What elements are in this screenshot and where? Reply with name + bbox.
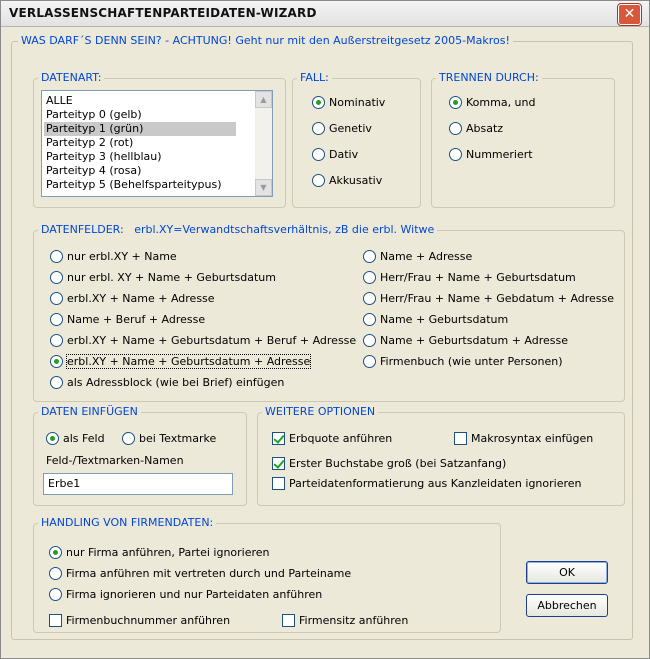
radio[interactable]: [363, 271, 376, 284]
list-item[interactable]: Parteityp 3 (hellblau): [44, 150, 236, 164]
radio[interactable]: [449, 148, 462, 161]
radio[interactable]: [50, 376, 63, 389]
firmenbuchnummer-checkbox[interactable]: Firmenbuchnummer anführen: [49, 614, 230, 627]
cancel-button[interactable]: Abbrechen: [526, 594, 608, 617]
radio[interactable]: [363, 334, 376, 347]
radio[interactable]: [363, 292, 376, 305]
radio[interactable]: [363, 355, 376, 368]
fall-option-nominativ[interactable]: Nominativ: [312, 96, 385, 109]
weitere-optionen-legend: WEITERE OPTIONEN: [262, 405, 379, 418]
trennen-legend: TRENNEN DURCH:: [436, 71, 542, 84]
einfuegen-bei-textmarke[interactable]: bei Textmarke: [122, 432, 216, 445]
firmendaten-option[interactable]: nur Firma anführen, Partei ignorieren: [49, 546, 270, 559]
radio[interactable]: [49, 567, 62, 580]
radio[interactable]: [363, 313, 376, 326]
datenfeld-option-selected[interactable]: erbl.XY + Name + Geburtsdatum + Adresse: [50, 354, 312, 369]
radio[interactable]: [312, 174, 325, 187]
einfuegen-als-feld[interactable]: als Feld: [46, 432, 105, 445]
datenfeld-option[interactable]: erbl.XY + Name + Adresse: [50, 292, 215, 305]
checkbox[interactable]: [272, 477, 285, 490]
datenfeld-option[interactable]: Herr/Frau + Name + Geburtsdatum: [363, 271, 576, 284]
fall-option-akkusativ[interactable]: Akkusativ: [312, 174, 382, 187]
list-item[interactable]: Parteityp 2 (rot): [44, 136, 236, 150]
list-item[interactable]: ALLE: [44, 94, 236, 108]
radio[interactable]: [50, 250, 63, 263]
trennen-option-nummeriert[interactable]: Nummeriert: [449, 148, 533, 161]
scroll-up-icon[interactable]: ▲: [255, 91, 272, 108]
close-icon: ✕: [623, 6, 636, 22]
radio[interactable]: [50, 271, 63, 284]
datenfeld-option[interactable]: Name + Geburtsdatum: [363, 313, 508, 326]
radio-selected[interactable]: [50, 355, 63, 368]
list-item[interactable]: Parteityp 0 (gelb): [44, 108, 236, 122]
trennen-option-absatz[interactable]: Absatz: [449, 122, 503, 135]
radio-selected[interactable]: [312, 96, 325, 109]
radio[interactable]: [122, 432, 135, 445]
checkbox-checked[interactable]: [272, 432, 285, 445]
firmendaten-option[interactable]: Firma anführen mit vertreten durch und P…: [49, 567, 351, 580]
daten-einfuegen-legend: DATEN EINFÜGEN: [38, 405, 141, 418]
parteidatenformat-checkbox[interactable]: Parteidatenformatierung aus Kanzleidaten…: [272, 477, 582, 490]
radio[interactable]: [50, 292, 63, 305]
radio-selected[interactable]: [449, 96, 462, 109]
datenfeld-option[interactable]: Name + Beruf + Adresse: [50, 313, 205, 326]
radio[interactable]: [49, 588, 62, 601]
list-item[interactable]: Parteityp 5 (Behelfsparteitypus): [44, 178, 236, 192]
datenfeld-option[interactable]: als Adressblock (wie bei Brief) einfügen: [50, 376, 284, 389]
radio-selected[interactable]: [46, 432, 59, 445]
ok-button[interactable]: OK: [526, 561, 608, 584]
fall-option-dativ[interactable]: Dativ: [312, 148, 358, 161]
checkbox[interactable]: [282, 614, 295, 627]
list-item-selected[interactable]: Parteityp 1 (grün): [44, 122, 236, 136]
listbox-scrollbar[interactable]: ▲ ▼: [255, 91, 272, 196]
datenfeld-option[interactable]: nur erbl. XY + Name + Geburtsdatum: [50, 271, 276, 284]
radio[interactable]: [312, 148, 325, 161]
close-button[interactable]: ✕: [617, 3, 642, 26]
datenfeld-option[interactable]: nur erbl.XY + Name: [50, 250, 177, 263]
datenfeld-option[interactable]: Herr/Frau + Name + Gebdatum + Adresse: [363, 292, 614, 305]
trennen-option-komma[interactable]: Komma, und: [449, 96, 536, 109]
scroll-down-icon[interactable]: ▼: [255, 179, 272, 196]
list-item[interactable]: Parteityp 4 (rosa): [44, 164, 236, 178]
makrosyntax-checkbox[interactable]: Makrosyntax einfügen: [454, 432, 593, 445]
firmensitz-checkbox[interactable]: Firmensitz anführen: [282, 614, 408, 627]
fall-legend: FALL:: [297, 71, 332, 84]
radio-selected[interactable]: [49, 546, 62, 559]
erbquote-checkbox[interactable]: Erbquote anführen: [272, 432, 392, 445]
radio[interactable]: [312, 122, 325, 135]
radio[interactable]: [50, 313, 63, 326]
firmendaten-option[interactable]: Firma ignorieren und nur Parteidaten anf…: [49, 588, 322, 601]
outer-group-legend: WAS DARF´S DENN SEIN? - ACHTUNG! Geht nu…: [18, 34, 513, 47]
window-title: VERLASSENSCHAFTENPARTEIDATEN-WIZARD: [9, 6, 317, 20]
checkbox[interactable]: [454, 432, 467, 445]
datenfelder-legend: DATENFELDER: erbl.XY=Verwandtschaftsverh…: [38, 223, 438, 236]
title-bar[interactable]: VERLASSENSCHAFTENPARTEIDATEN-WIZARD ✕: [1, 1, 649, 27]
datenfeld-option[interactable]: Name + Adresse: [363, 250, 472, 263]
checkbox-checked[interactable]: [272, 457, 285, 470]
datenart-legend: DATENART:: [38, 71, 105, 84]
radio[interactable]: [363, 250, 376, 263]
datenfelder-hint: erbl.XY=Verwandtschaftsverhältnis, zB di…: [134, 223, 435, 236]
datenfeld-option[interactable]: Firmenbuch (wie unter Personen): [363, 355, 562, 368]
datenfeld-option[interactable]: Name + Geburtsdatum + Adresse: [363, 334, 568, 347]
datenfeld-option[interactable]: erbl.XY + Name + Geburtsdatum + Beruf + …: [50, 334, 356, 347]
datenart-listbox[interactable]: ALLE Parteityp 0 (gelb) Parteityp 1 (grü…: [41, 90, 273, 197]
radio[interactable]: [449, 122, 462, 135]
fall-option-genetiv[interactable]: Genetiv: [312, 122, 372, 135]
feld-name-input[interactable]: Erbe1: [43, 473, 233, 495]
radio[interactable]: [50, 334, 63, 347]
feld-name-label: Feld-/Textmarken-Namen: [46, 454, 184, 467]
checkbox[interactable]: [49, 614, 62, 627]
erster-buchstabe-checkbox[interactable]: Erster Buchstabe groß (bei Satzanfang): [272, 457, 506, 470]
firmendaten-legend: HANDLING VON FIRMENDATEN:: [38, 516, 217, 529]
dialog-window: VERLASSENSCHAFTENPARTEIDATEN-WIZARD ✕ WA…: [0, 0, 650, 659]
